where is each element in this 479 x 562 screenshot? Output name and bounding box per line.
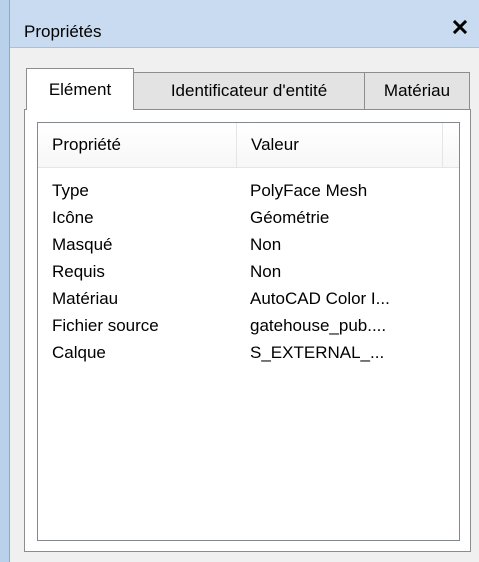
title-bar: Propriétés [10,0,479,48]
tab-label: Elément [48,79,112,99]
table-row[interactable]: Type PolyFace Mesh [38,179,459,206]
property-name: Type [52,181,89,200]
tab-materiau[interactable]: Matériau [364,72,470,109]
table-row[interactable]: Matériau AutoCAD Color I... [38,287,459,314]
table-row[interactable]: Masqué Non [38,233,459,260]
table-row[interactable]: Requis Non [38,260,459,287]
list-rows: Type PolyFace Mesh Icône Géométrie Masqu… [38,179,459,368]
property-name: Requis [52,262,105,281]
table-row[interactable]: Icône Géométrie [38,206,459,233]
table-row[interactable]: Calque S_EXTERNAL_... [38,341,459,368]
property-value: Non [250,262,282,281]
properties-panel: Propriétés Elément Identificateur d'enti… [0,0,479,562]
list-header: Propriété Valeur [38,123,459,168]
column-header-label: Propriété [52,135,121,154]
property-name: Calque [52,343,106,362]
property-name: Fichier source [52,316,159,335]
tab-identificateur[interactable]: Identificateur d'entité [133,72,365,109]
panel-title: Propriétés [24,22,102,41]
tab-element[interactable]: Elément [26,68,134,110]
property-name: Matériau [52,289,119,308]
property-name: Masqué [52,235,113,254]
tab-content-element: Propriété Valeur Type PolyFace Mesh Icôn… [24,109,471,552]
property-value: S_EXTERNAL_... [250,343,385,362]
property-value: Non [250,235,282,254]
properties-list[interactable]: Propriété Valeur Type PolyFace Mesh Icôn… [37,122,460,541]
close-glyph [452,19,468,35]
property-value: AutoCAD Color I... [250,289,390,308]
column-header-property[interactable]: Propriété [38,123,237,167]
tab-label: Matériau [383,81,451,100]
property-name: Icône [52,208,94,227]
property-value: PolyFace Mesh [250,181,368,200]
panel-left-edge [0,0,10,562]
property-value: gatehouse_pub.... [250,316,387,335]
column-header-value[interactable]: Valeur [237,123,443,167]
table-row[interactable]: Fichier source gatehouse_pub.... [38,314,459,341]
property-value: Géométrie [250,208,330,227]
column-header-label: Valeur [251,135,299,154]
tab-label: Identificateur d'entité [170,81,328,100]
close-icon[interactable] [449,16,471,38]
